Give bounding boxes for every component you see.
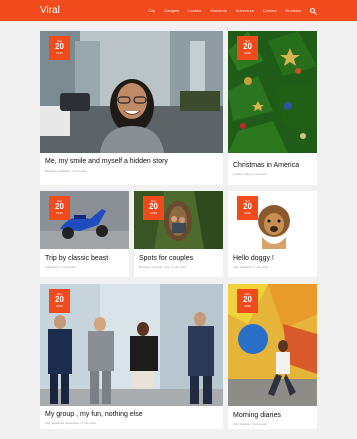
nav-item-gadgets[interactable]: Gadgets: [164, 8, 179, 13]
post-meta: City, Cuisine / 1 min read: [233, 422, 267, 426]
date-day: 20: [149, 202, 158, 211]
date-year: 2016: [56, 211, 63, 215]
date-badge: Nov 20 2016: [49, 196, 70, 220]
date-year: 2016: [150, 211, 157, 215]
nav-item-adventure[interactable]: Adventure: [236, 8, 254, 13]
post-title[interactable]: Me, my smile and myself a hidden story: [45, 158, 168, 165]
post-title[interactable]: Hello doggy !: [233, 255, 274, 262]
nav-item-moments[interactable]: Moments: [210, 8, 226, 13]
post-title[interactable]: Christmas in America: [233, 162, 299, 169]
date-day: 20: [243, 202, 252, 211]
nav-item-cuisine[interactable]: Cuisine: [263, 8, 276, 13]
site-logo[interactable]: Viral: [40, 5, 60, 16]
date-year: 2016: [244, 211, 251, 215]
date-day: 20: [243, 42, 252, 51]
post-meta: City, Gadgets / 1 min read: [233, 265, 268, 269]
post-card-group[interactable]: Nov 20 2016 My group , my fun, nothing e…: [40, 284, 223, 429]
post-card-couples[interactable]: Nov 20 2016 Spots for couples Brooklyn, …: [134, 191, 223, 277]
date-year: 2016: [244, 304, 251, 308]
post-meta: Brooklyn, Cuisine, City / 1 min read: [139, 265, 186, 269]
date-badge: Nov 20 2016: [49, 36, 70, 60]
nav-item-lookbook[interactable]: Lookbo: [188, 8, 201, 13]
main-nav: City Gadgets Lookbo Moments Adventure Cu…: [148, 8, 315, 13]
post-card-smile[interactable]: Nov 20 2016 Me, my smile and myself a hi…: [40, 31, 223, 185]
date-day: 20: [55, 42, 64, 51]
post-card-doggy[interactable]: Nov 20 2016 Hello doggy ! City, Gadgets …: [228, 191, 317, 277]
post-card-christmas[interactable]: Nov 20 2016 Christmas in America Cuisine…: [228, 31, 317, 185]
post-title[interactable]: My group , my fun, nothing else: [45, 411, 143, 418]
top-bar: Viral City Gadgets Lookbo Moments Advent…: [0, 0, 357, 21]
post-meta: Cuisine, City / 1 min read: [233, 172, 267, 176]
date-badge: Nov 20 2016: [143, 196, 164, 220]
nav-item-city[interactable]: City: [148, 8, 155, 13]
nav-item-brooklyn[interactable]: Brooklyn: [285, 8, 301, 13]
search-icon[interactable]: [310, 8, 315, 13]
post-card-morning[interactable]: Nov 20 2016 Morning diaries City, Cuisin…: [228, 284, 317, 429]
date-day: 20: [55, 202, 64, 211]
date-day: 20: [55, 295, 64, 304]
date-badge: Nov 20 2016: [237, 36, 258, 60]
date-badge: Nov 20 2016: [237, 289, 258, 313]
date-badge: Nov 20 2016: [237, 196, 258, 220]
post-card-scooter[interactable]: Nov 20 2016 Trip by classic beast Advent…: [40, 191, 129, 277]
date-badge: Nov 20 2016: [49, 289, 70, 313]
post-meta: Brooklyn, Gadgets / 1 min read: [45, 169, 87, 173]
date-year: 2016: [244, 51, 251, 55]
post-title[interactable]: Trip by classic beast: [45, 255, 108, 262]
post-title[interactable]: Spots for couples: [139, 255, 193, 262]
post-title[interactable]: Morning diaries: [233, 412, 281, 419]
date-year: 2016: [56, 51, 63, 55]
post-meta: Adventure / 1 min read: [45, 265, 76, 269]
date-day: 20: [243, 295, 252, 304]
post-meta: City, Moments, adventure / 1 min read: [45, 421, 96, 425]
date-year: 2016: [56, 304, 63, 308]
